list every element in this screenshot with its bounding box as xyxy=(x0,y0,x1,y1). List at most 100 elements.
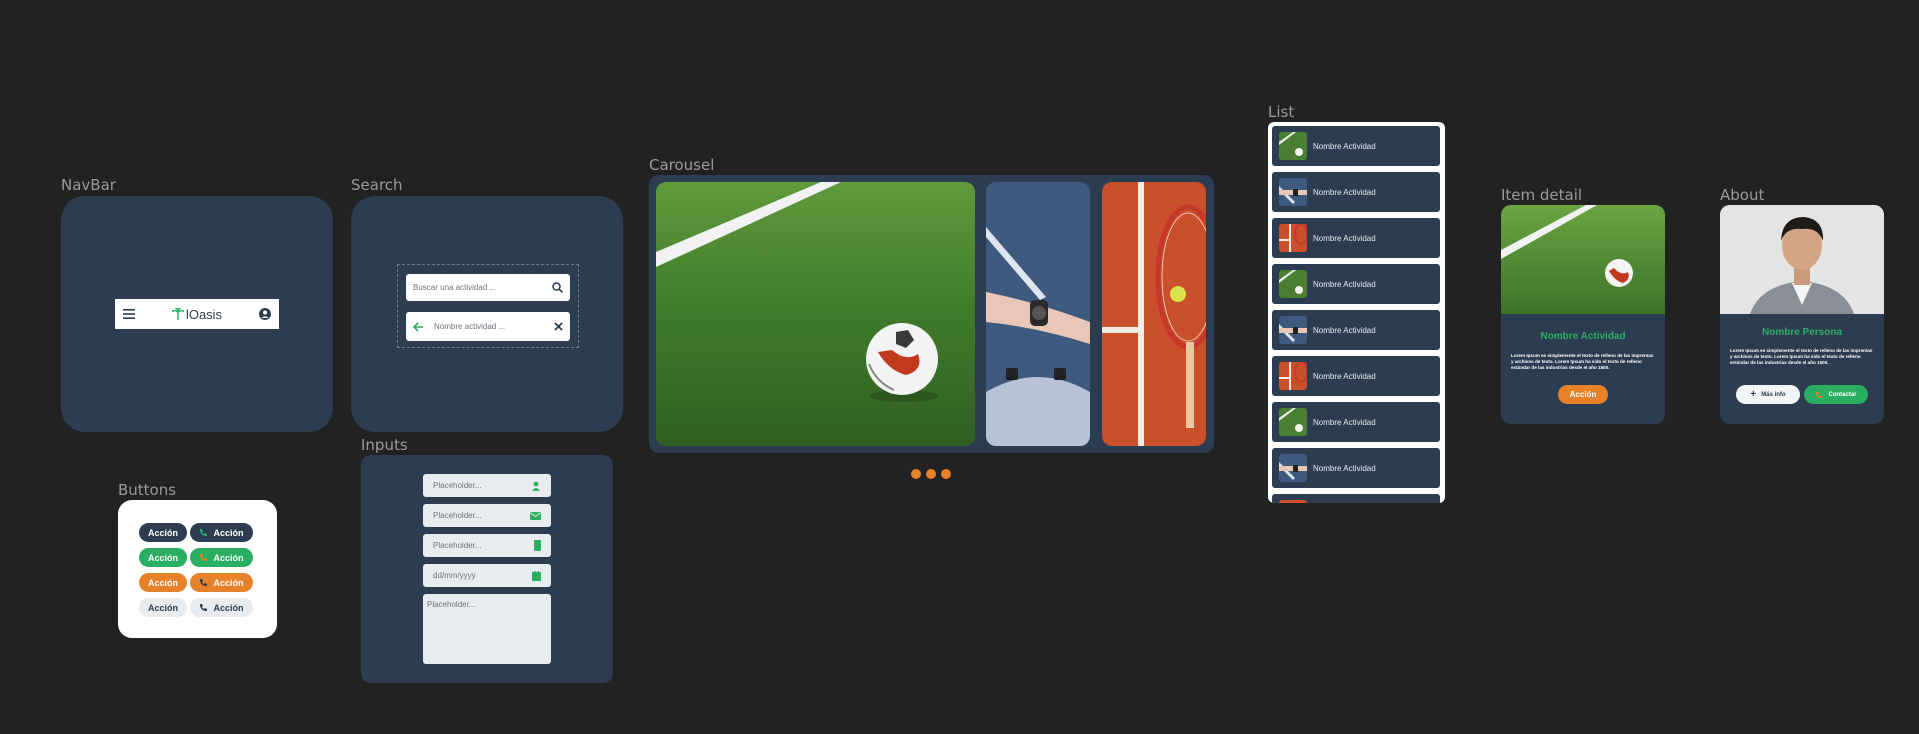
action-label: Acción xyxy=(213,577,244,588)
activity-thumbnail xyxy=(1279,454,1307,482)
menu-icon[interactable] xyxy=(123,309,135,319)
user-icon xyxy=(531,481,541,491)
item-detail-card: Nombre Actividad Lorem Ipsum es simpleme… xyxy=(1501,205,1665,424)
phone-icon xyxy=(199,578,208,587)
email-field-placeholder: Placeholder... xyxy=(433,511,482,520)
action-button-green[interactable]: Acción xyxy=(139,548,187,567)
carousel-dot[interactable] xyxy=(926,469,936,479)
action-button-orange[interactable]: Acción xyxy=(139,573,187,592)
list-item-label: Nombre Actividad xyxy=(1313,279,1376,289)
list-item[interactable]: Nombre Actividad xyxy=(1272,402,1440,442)
list-item-label: Nombre Actividad xyxy=(1313,233,1376,243)
logo[interactable]: lOasis xyxy=(171,306,223,322)
navbar-frame: lOasis xyxy=(61,196,333,432)
back-arrow-icon[interactable] xyxy=(413,321,424,332)
activity-thumbnail xyxy=(1279,316,1307,344)
search-variants: Buscar una actividad ... Nombre activida… xyxy=(397,264,579,348)
activity-thumbnail xyxy=(1279,178,1307,206)
action-icon-button-orange[interactable]: Acción xyxy=(190,573,253,592)
carousel-slide-football[interactable] xyxy=(656,182,975,446)
buttons-grid: Acción Acción Acción Acción Acción Acció… xyxy=(139,523,253,617)
list-item-label: Nombre Actividad xyxy=(1313,463,1376,473)
list-item[interactable] xyxy=(1272,494,1440,503)
list-item-label: Nombre Actividad xyxy=(1313,325,1376,335)
list-item[interactable]: Nombre Actividad xyxy=(1272,172,1440,212)
about-card: Nombre Persona Lorem Ipsum es simplement… xyxy=(1720,205,1884,424)
item-detail-action-button[interactable]: Acción xyxy=(1558,385,1608,404)
carousel-slide-tennis[interactable] xyxy=(1102,182,1206,446)
close-icon[interactable] xyxy=(554,322,563,331)
about-body: Lorem Ipsum es simplemente el texto de r… xyxy=(1730,348,1873,365)
activity-thumbnail xyxy=(1279,270,1307,298)
buttons-frame: Acción Acción Acción Acción Acción Acció… xyxy=(118,500,277,638)
list-item[interactable]: Nombre Actividad xyxy=(1272,356,1440,396)
carousel-dot[interactable] xyxy=(911,469,921,479)
list-item[interactable]: Nombre Actividad xyxy=(1272,218,1440,258)
email-field[interactable]: Placeholder... xyxy=(423,504,551,527)
list-item[interactable]: Nombre Actividad xyxy=(1272,126,1440,166)
activity-thumbnail xyxy=(1279,500,1307,503)
action-icon-button-dark[interactable]: Acción xyxy=(190,523,253,542)
inputs-frame: Placeholder... Placeholder... Placeholde… xyxy=(361,455,613,683)
activity-thumbnail xyxy=(1279,132,1307,160)
carousel-dots xyxy=(911,469,951,479)
list-item-label: Nombre Actividad xyxy=(1313,371,1376,381)
more-info-label: Más info xyxy=(1761,391,1786,398)
activity-thumbnail xyxy=(1279,224,1307,252)
user-field-placeholder: Placeholder... xyxy=(433,481,482,490)
logo-text: lOasis xyxy=(185,306,223,322)
contact-button[interactable]: Contactar xyxy=(1804,385,1868,404)
search-icon[interactable] xyxy=(552,282,563,293)
user-field[interactable]: Placeholder... xyxy=(423,474,551,497)
action-icon-button-green[interactable]: Acción xyxy=(190,548,253,567)
activity-thumbnail xyxy=(1279,408,1307,436)
list-item-label: Nombre Actividad xyxy=(1313,187,1376,197)
carousel-frame-label: Carousel xyxy=(649,156,715,174)
mail-icon xyxy=(530,511,541,520)
action-label: Acción xyxy=(213,552,244,563)
textarea-placeholder: Placeholder... xyxy=(427,600,476,609)
inputs-frame-label: Inputs xyxy=(361,436,408,454)
action-icon-button-light[interactable]: Acción xyxy=(190,598,253,617)
phone-icon xyxy=(199,603,208,612)
search-placeholder: Buscar una actividad ... xyxy=(413,283,497,292)
phone-field-placeholder: Placeholder... xyxy=(433,541,482,550)
activity-thumbnail xyxy=(1279,362,1307,390)
search-input-active[interactable]: Nombre actividad ... xyxy=(406,312,570,341)
list-item[interactable]: Nombre Actividad xyxy=(1272,264,1440,304)
navbar: lOasis xyxy=(115,299,279,329)
account-icon[interactable] xyxy=(259,308,271,320)
action-label: Acción xyxy=(213,527,244,538)
navbar-frame-label: NavBar xyxy=(61,176,116,194)
action-button-light[interactable]: Acción xyxy=(139,598,187,617)
contact-label: Contactar xyxy=(1828,391,1857,398)
phone-field[interactable]: Placeholder... xyxy=(423,534,551,557)
item-detail-image xyxy=(1501,205,1665,314)
more-info-button[interactable]: + Más info xyxy=(1736,385,1800,404)
search-frame-label: Search xyxy=(351,176,403,194)
mobile-phone-icon xyxy=(534,540,541,551)
list-frame-label: List xyxy=(1268,103,1295,121)
about-frame-label: About xyxy=(1720,186,1765,204)
textarea-field[interactable]: Placeholder... xyxy=(423,594,551,664)
date-field[interactable]: dd/mm/yyyy xyxy=(423,564,551,587)
buttons-frame-label: Buttons xyxy=(118,481,177,499)
search-input[interactable]: Buscar una actividad ... xyxy=(406,274,570,301)
list-item[interactable]: Nombre Actividad xyxy=(1272,310,1440,350)
action-button-dark[interactable]: Acción xyxy=(139,523,187,542)
item-detail-body: Lorem Ipsum es simplemente el texto de r… xyxy=(1511,353,1654,370)
list-item[interactable]: Nombre Actividad xyxy=(1272,448,1440,488)
list-item-label: Nombre Actividad xyxy=(1313,141,1376,151)
phone-icon xyxy=(1815,391,1823,399)
activity-list: Nombre Actividad Nombre Actividad Nombre… xyxy=(1268,122,1445,503)
item-detail-frame-label: Item detail xyxy=(1501,186,1583,204)
action-label: Acción xyxy=(213,602,244,613)
calendar-icon[interactable] xyxy=(532,570,541,581)
list-item-label: Nombre Actividad xyxy=(1313,417,1376,427)
search-frame: Buscar una actividad ... Nombre activida… xyxy=(351,196,623,432)
date-field-placeholder: dd/mm/yyyy xyxy=(433,571,476,580)
plus-icon: + xyxy=(1750,389,1757,400)
palm-icon xyxy=(171,308,184,320)
carousel-dot[interactable] xyxy=(941,469,951,479)
carousel-slide-watch[interactable] xyxy=(986,182,1090,446)
